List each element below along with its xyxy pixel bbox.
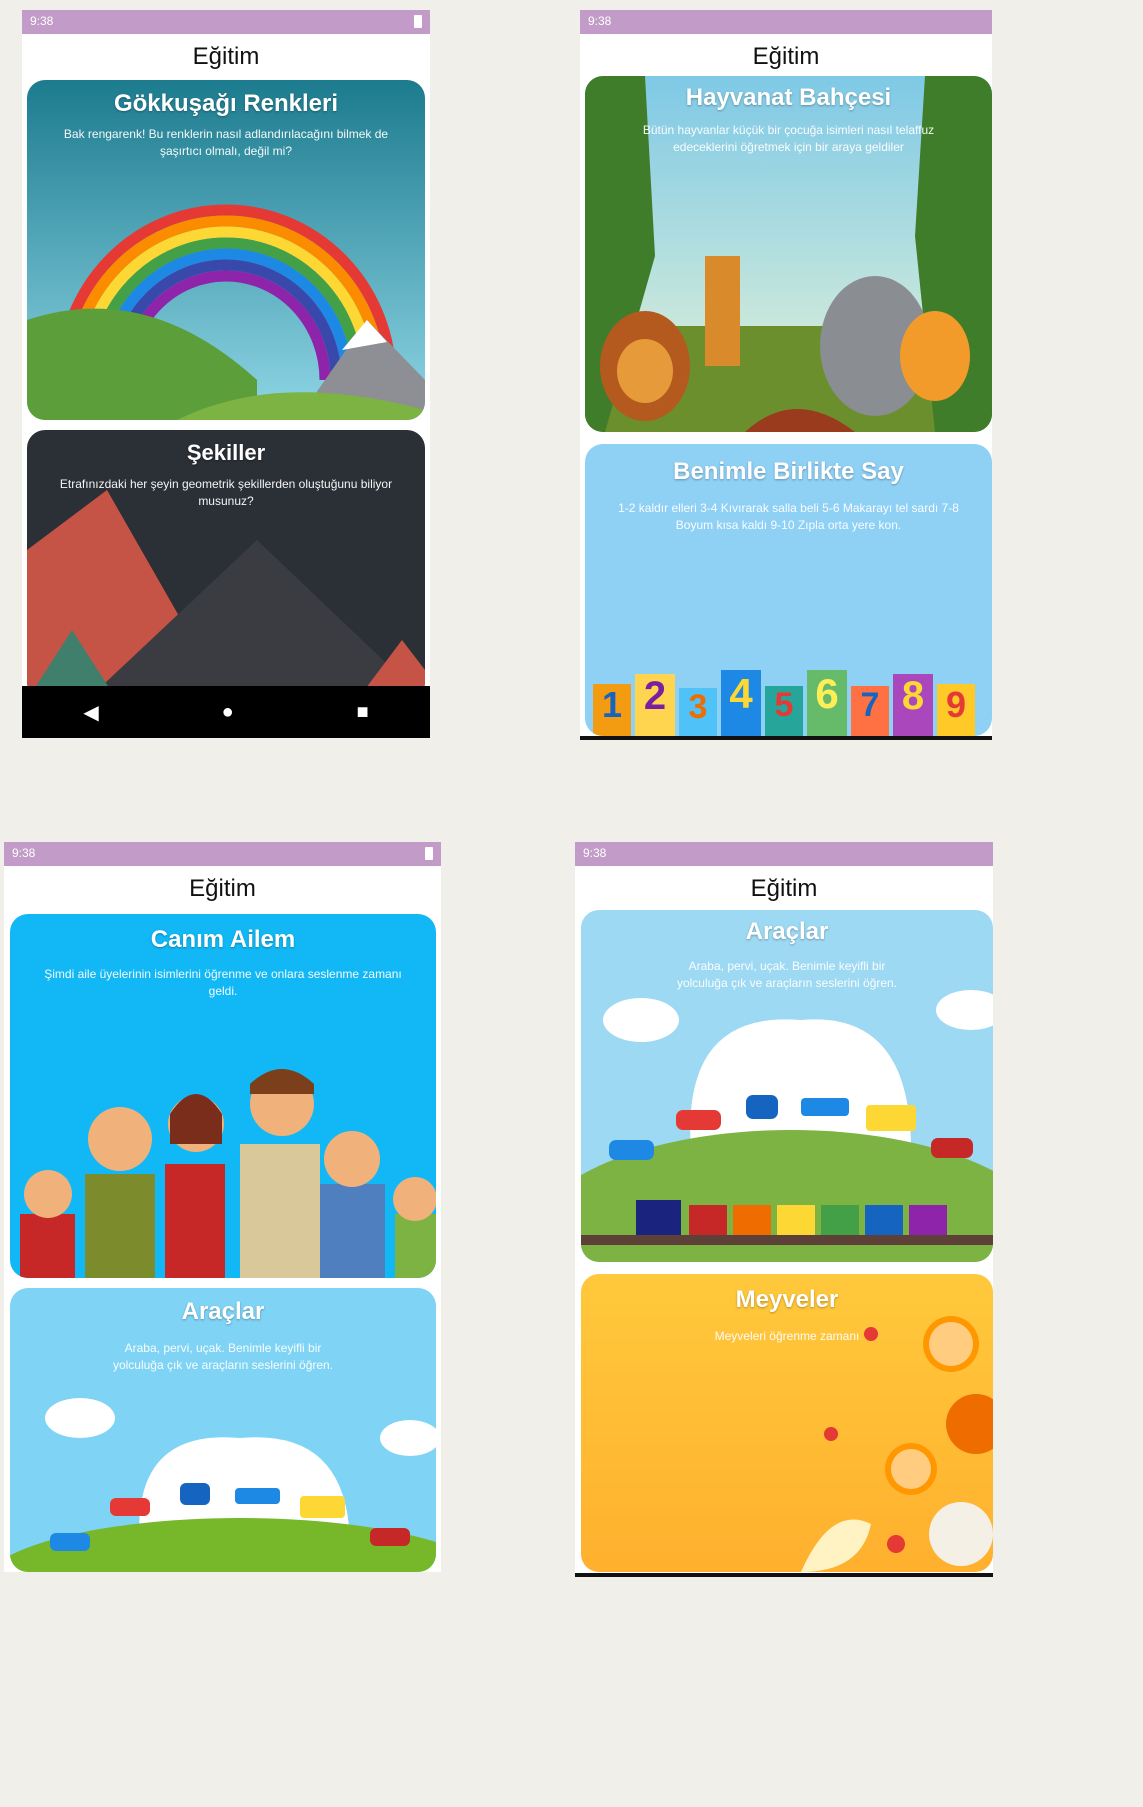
card-vehicles[interactable]: Araçlar Araba, pervi, uçak. Benimle keyi… bbox=[581, 910, 993, 1262]
android-nav-bar: ◀ ● ■ bbox=[22, 686, 430, 738]
card-title: Gökkuşağı Renkleri bbox=[113, 90, 339, 117]
card-description: 1-2 kaldır elleri 3-4 Kıvırarak salla be… bbox=[618, 501, 959, 532]
card-rainbow-colors[interactable]: Gökkuşağı Renkleri Bak rengarenk! Bu ren… bbox=[27, 80, 425, 420]
card-shapes[interactable]: Şekiller Etrafınızdaki her şeyin geometr… bbox=[27, 430, 425, 700]
card-title: Canım Ailem bbox=[150, 926, 296, 953]
status-bar: 9:38 bbox=[4, 842, 441, 866]
status-time: 9:38 bbox=[583, 846, 607, 860]
card-description: Meyveleri öğrenme zamanı bbox=[714, 1329, 860, 1343]
phone-screen-3: 9:38 Eğitim Canım Ailem Şimdi aile üyele… bbox=[4, 842, 441, 1572]
app-title: Eğitim bbox=[189, 875, 256, 902]
card-fruits[interactable]: Meyveler Meyveleri öğrenme zamanı bbox=[581, 1274, 993, 1572]
back-icon[interactable]: ◀ bbox=[83, 700, 98, 725]
card-title: Meyveler bbox=[735, 1286, 839, 1313]
status-bar: 9:38 bbox=[580, 10, 992, 34]
app-title: Eğitim bbox=[752, 43, 820, 70]
card-zoo[interactable]: Hayvanat Bahçesi Bütün hayvanlar küçük b… bbox=[585, 76, 992, 432]
digit-block: 4 bbox=[721, 670, 761, 736]
card-count-with-me[interactable]: Benimle Birlikte Say 1-2 kaldır elleri 3… bbox=[585, 444, 992, 736]
home-icon[interactable]: ● bbox=[222, 701, 234, 724]
digit-block: 5 bbox=[765, 686, 803, 736]
card-title: Hayvanat Bahçesi bbox=[685, 84, 892, 111]
status-time: 9:38 bbox=[12, 846, 36, 860]
card-description: Araba, pervi, uçak. Benimle keyifli bir … bbox=[112, 1341, 334, 1372]
status-time: 9:38 bbox=[588, 14, 612, 28]
status-time: 9:38 bbox=[30, 14, 54, 28]
phone-screen-4: 9:38 Eğitim Araçlar Araba, pervi, uçak. … bbox=[575, 842, 993, 1577]
status-bar: 9:38 bbox=[575, 842, 993, 866]
card-my-family[interactable]: Canım Ailem Şimdi aile üyelerinin isimle… bbox=[10, 914, 436, 1278]
digit-block: 2 bbox=[635, 674, 675, 736]
bottom-edge bbox=[575, 1573, 993, 1577]
digit-block: 8 bbox=[893, 674, 933, 736]
card-description: Etrafınızdaki her şeyin geometrik şekill… bbox=[59, 477, 393, 508]
card-title: Araçlar bbox=[745, 918, 829, 945]
digit-block: 3 bbox=[679, 688, 717, 736]
bottom-edge bbox=[580, 736, 992, 740]
status-bar: 9:38 bbox=[22, 10, 430, 34]
phone-screen-1: 9:38 Eğitim Gökkuşağı Renkleri Bak renga… bbox=[22, 10, 430, 738]
recents-icon[interactable]: ■ bbox=[356, 701, 368, 724]
card-description: Araba, pervi, uçak. Benimle keyifli bir … bbox=[676, 959, 898, 990]
digit-block: 7 bbox=[851, 686, 889, 736]
vehicles-illustration bbox=[10, 1398, 436, 1572]
phone-screen-2: 9:38 Eğitim Hayvanat Bahçesi Bütün hayva… bbox=[580, 10, 992, 740]
app-title: Eğitim bbox=[750, 875, 818, 902]
battery-icon bbox=[425, 847, 433, 860]
shapes-illustration bbox=[27, 490, 425, 700]
battery-icon bbox=[414, 15, 422, 28]
card-vehicles[interactable]: Araçlar Araba, pervi, uçak. Benimle keyi… bbox=[10, 1288, 436, 1572]
number-blocks: 1 2 3 4 5 6 7 8 9 bbox=[593, 664, 992, 736]
card-description: Bak rengarenk! Bu renklerin nasıl adland… bbox=[63, 127, 389, 158]
app-title: Eğitim bbox=[192, 43, 260, 70]
digit-block: 6 bbox=[807, 670, 847, 736]
card-title: Benimle Birlikte Say bbox=[673, 458, 904, 485]
card-description: Bütün hayvanlar küçük bir çocuğa isimler… bbox=[642, 123, 935, 154]
digit-block: 1 bbox=[593, 684, 631, 736]
fruits-illustration bbox=[801, 1316, 993, 1572]
card-title: Araçlar bbox=[181, 1298, 265, 1325]
card-title: Şekiller bbox=[186, 440, 266, 465]
card-description: Şimdi aile üyelerinin isimlerini öğrenme… bbox=[44, 967, 402, 998]
digit-block: 9 bbox=[937, 684, 975, 736]
